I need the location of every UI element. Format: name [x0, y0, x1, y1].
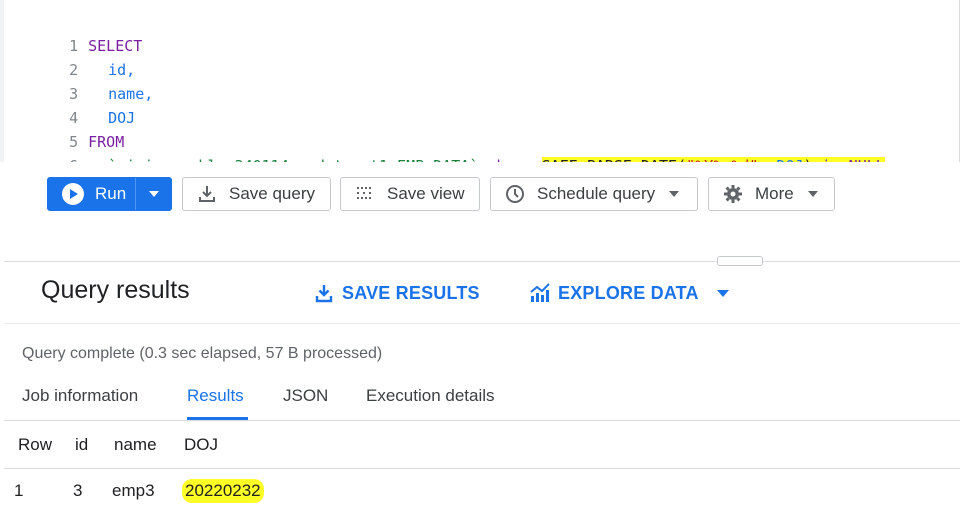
run-label: Run: [95, 184, 127, 203]
sql-editor[interactable]: 1SELECT 2id, 3name, 4DOJ 5FROM 6`rising-…: [0, 0, 960, 175]
code-line-4: 4 DOJ: [0, 82, 135, 127]
clock-icon: [505, 184, 525, 204]
save-view-button[interactable]: Save view: [340, 177, 480, 211]
save-view-label: Save view: [387, 184, 465, 203]
column-header-id: id: [75, 434, 89, 454]
save-query-label: Save query: [229, 184, 315, 203]
caret-down-icon: [669, 191, 680, 197]
cell-id: 3: [73, 481, 83, 500]
schedule-query-label: Schedule query: [537, 184, 656, 203]
resize-handle[interactable]: [717, 256, 763, 266]
download-icon: [313, 282, 335, 304]
query-status: Query complete (0.3 sec elapsed, 57 B pr…: [22, 345, 383, 362]
gear-icon: [723, 184, 743, 204]
code-line-5: 5 FROM: [0, 106, 124, 151]
play-icon: [62, 183, 84, 205]
highlighted-doj-value: 20220232: [182, 479, 264, 503]
results-header-divider: [4, 323, 960, 324]
cell-name: emp3: [112, 481, 155, 500]
tab-job-information[interactable]: Job information: [22, 386, 138, 420]
column-header-name: name: [114, 434, 157, 454]
query-results-title: Query results: [41, 276, 190, 304]
save-results-label: SAVE RESULTS: [342, 282, 480, 303]
caret-down-icon: [716, 289, 729, 297]
run-button[interactable]: Run: [47, 177, 172, 211]
code-line-3: 3 name,: [0, 58, 153, 103]
code-line-1: 1 SELECT: [0, 10, 142, 55]
results-tabs: Job information Results JSON Execution d…: [0, 380, 960, 420]
table-row[interactable]: 1 3 emp3 20220232: [4, 469, 960, 513]
chart-icon: [529, 282, 551, 304]
more-label: More: [755, 184, 794, 203]
column-header-row: Row: [18, 434, 53, 454]
tab-json[interactable]: JSON: [283, 386, 328, 420]
code-line-6: 6`rising-cable-340114.mydataset1.EMP_DAT…: [0, 130, 885, 175]
editor-toolbar: Run Save query Save view Schedule query …: [0, 162, 960, 260]
pane-divider: [4, 261, 960, 262]
grid-view-icon: [355, 184, 375, 204]
save-icon: [197, 184, 217, 204]
explore-data-label: EXPLORE DATA: [558, 282, 699, 303]
cell-row-number: 1: [14, 481, 24, 500]
code-line-2: 2 id,: [0, 34, 135, 79]
more-button[interactable]: More: [708, 177, 835, 211]
caret-down-icon: [807, 191, 818, 197]
cell-doj: 20220232: [182, 469, 264, 513]
run-dropdown-button[interactable]: [136, 178, 171, 210]
run-main[interactable]: Run: [48, 178, 136, 210]
column-header-doj: DOJ: [184, 434, 218, 454]
caret-down-icon: [148, 191, 159, 197]
table-header: Row id name DOJ: [4, 421, 960, 469]
schedule-query-button[interactable]: Schedule query: [490, 177, 698, 211]
explore-data-button[interactable]: EXPLORE DATA: [529, 282, 729, 304]
save-query-button[interactable]: Save query: [182, 177, 331, 211]
tab-execution-details[interactable]: Execution details: [366, 386, 495, 420]
save-results-button[interactable]: SAVE RESULTS: [313, 282, 480, 304]
tab-results[interactable]: Results: [187, 386, 248, 420]
